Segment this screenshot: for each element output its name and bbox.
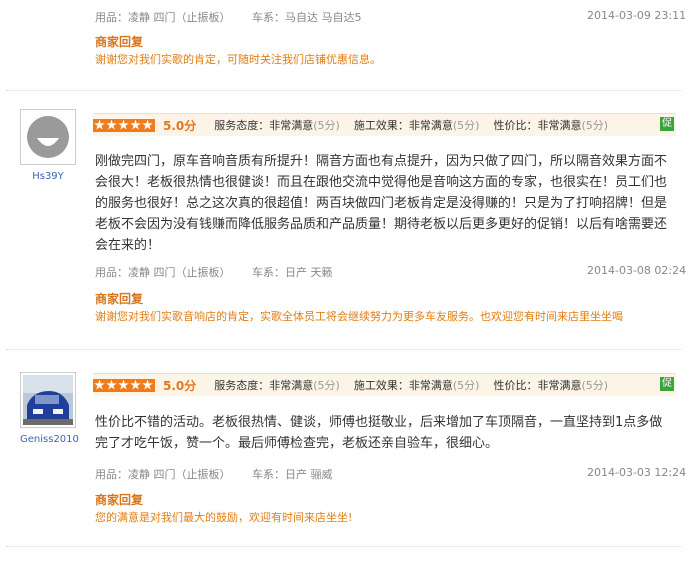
star-icon xyxy=(106,379,117,390)
criterion-label: 性价比：非常满意 xyxy=(493,379,582,392)
star-icon xyxy=(118,379,129,390)
product-info: 用品：凌静 四门（止振板） xyxy=(95,468,231,481)
score: 5.0分 xyxy=(163,118,197,133)
product-info: 用品：凌静 四门（止振板） xyxy=(95,266,231,279)
car-series: 车系：马自达 马自达5 xyxy=(252,11,362,24)
rating-bar: 5.0分 服务态度：非常满意(5分) 施工效果：非常满意(5分) 性价比：非常满… xyxy=(93,113,676,136)
review-list: 用品：凌静 四门（止振板） 车系：马自达 马自达5 2014-03-09 23:… xyxy=(0,0,695,565)
reviewer: Geniss2010 xyxy=(20,372,79,445)
car-photo-avatar xyxy=(23,375,73,425)
criterion-quality: 施工效果：非常满意(5分) xyxy=(354,377,480,393)
merchant-reply-title: 商家回复 xyxy=(95,493,144,507)
username[interactable]: Hs39Y xyxy=(20,171,76,182)
merchant-reply-text: 您的满意是对我们最大的鼓励，欢迎有时间来店坐坐! xyxy=(95,511,353,524)
divider xyxy=(6,349,682,350)
promo-badge-icon: 促 xyxy=(660,117,674,131)
review-meta: 用品：凌静 四门（止振板） 车系：日产 天籁 2014-03-08 02:24 xyxy=(95,264,686,280)
merchant-reply-title: 商家回复 xyxy=(95,35,144,49)
criterion-label: 施工效果：非常满意 xyxy=(353,119,453,132)
review-time: 2014-03-08 02:24 xyxy=(587,264,687,277)
divider xyxy=(6,90,682,91)
criterion-points: (5分) xyxy=(313,379,340,392)
avatar[interactable] xyxy=(20,109,76,165)
star-icon xyxy=(118,119,129,130)
merchant-reply-title: 商家回复 xyxy=(95,292,144,306)
avatar[interactable] xyxy=(20,372,76,428)
criterion-value: 性价比：非常满意(5分) xyxy=(493,117,608,133)
criterion-points: (5分) xyxy=(452,119,480,132)
star-rating xyxy=(93,378,155,392)
reviewer: Hs39Y xyxy=(20,109,76,182)
criterion-label: 施工效果：非常满意 xyxy=(353,379,453,392)
product-info: 用品：凌静 四门（止振板） xyxy=(95,11,231,24)
score: 5.0分 xyxy=(163,378,197,393)
star-icon xyxy=(94,119,105,130)
criterion-value: 性价比：非常满意(5分) xyxy=(493,377,608,393)
star-rating xyxy=(93,118,155,132)
criterion-label: 性价比：非常满意 xyxy=(493,119,582,132)
review-meta: 用品：凌静 四门（止振板） 车系：日产 骊威 2014-03-03 12:24 xyxy=(95,466,686,482)
criterion-label: 服务态度：非常满意 xyxy=(214,379,314,392)
rating-bar: 5.0分 服务态度：非常满意(5分) 施工效果：非常满意(5分) 性价比：非常满… xyxy=(93,373,676,396)
criterion-points: (5分) xyxy=(581,119,609,132)
star-icon xyxy=(130,119,141,130)
review-content: 刚做完四门，原车音响音质有所提升！隔音方面也有点提升，因为只做了四门，所以隔音效… xyxy=(95,154,668,253)
merchant-reply-text: 谢谢您对我们实歌的肯定，可随时关注我们店铺优惠信息。 xyxy=(95,53,381,66)
star-icon xyxy=(106,119,117,130)
review-time: 2014-03-09 23:11 xyxy=(587,9,687,22)
car-series: 车系：日产 骊威 xyxy=(252,468,333,481)
criterion-quality: 施工效果：非常满意(5分) xyxy=(354,117,480,133)
star-icon xyxy=(142,379,153,390)
star-icon xyxy=(94,379,105,390)
review-meta: 用品：凌静 四门（止振板） 车系：马自达 马自达5 2014-03-09 23:… xyxy=(95,9,686,25)
divider xyxy=(6,546,682,547)
promo-badge-icon: 促 xyxy=(660,377,674,391)
default-avatar-icon xyxy=(27,116,69,158)
criterion-service: 服务态度：非常满意(5分) xyxy=(214,117,340,133)
criterion-service: 服务态度：非常满意(5分) xyxy=(214,377,340,393)
criterion-points: (5分) xyxy=(313,119,340,132)
criterion-label: 服务态度：非常满意 xyxy=(214,119,314,132)
star-icon xyxy=(142,119,153,130)
car-series: 车系：日产 天籁 xyxy=(252,266,333,279)
merchant-reply-text: 谢谢您对我们实歌音响店的肯定，实歌全体员工将会继续努力为更多车友服务。也欢迎您有… xyxy=(95,310,623,323)
review-content: 性价比不错的活动。老板很热情、健谈，师傅也挺敬业，后来增加了车顶隔音，一直坚持到… xyxy=(95,415,663,451)
criterion-points: (5分) xyxy=(581,379,609,392)
review-time: 2014-03-03 12:24 xyxy=(587,466,687,479)
criterion-points: (5分) xyxy=(452,379,480,392)
star-icon xyxy=(130,379,141,390)
username[interactable]: Geniss2010 xyxy=(20,434,79,445)
